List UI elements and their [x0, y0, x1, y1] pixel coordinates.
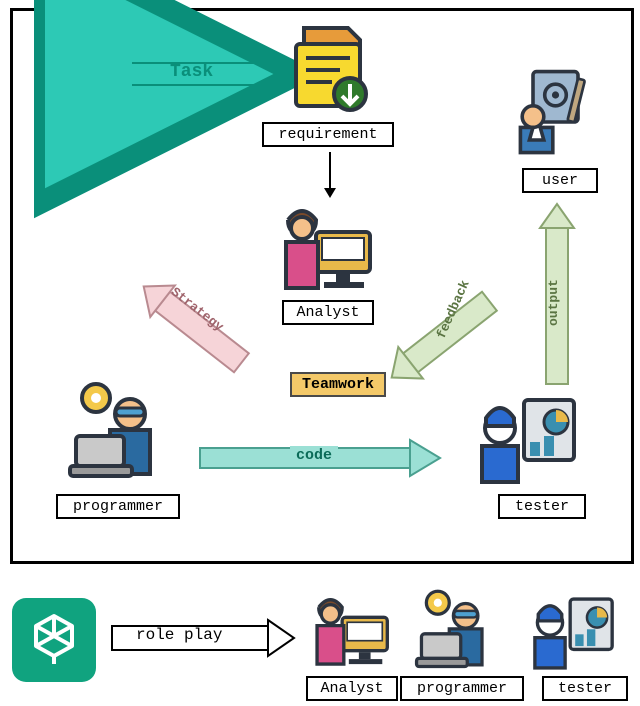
legend-programmer-icon: [408, 588, 502, 683]
user-icon: [34, 24, 124, 119]
roleplay-label: role play: [136, 626, 222, 644]
teamwork-label: Teamwork: [290, 372, 386, 397]
analyst-label: Analyst: [282, 300, 374, 325]
code-label: code: [290, 446, 338, 465]
output-label: output: [546, 279, 561, 326]
req-to-analyst-arrow: [320, 150, 340, 205]
programmer-icon: [62, 380, 172, 495]
diagram-canvas: user Task requirement: [0, 0, 640, 706]
user-label-right: user: [522, 168, 598, 193]
legend-analyst-icon: [302, 592, 394, 681]
requirement-label: requirement: [262, 122, 394, 147]
legend-programmer-label: programmer: [400, 676, 524, 701]
legend-analyst-label: Analyst: [306, 676, 398, 701]
user-label: user: [40, 120, 116, 145]
openai-logo-icon: [12, 598, 96, 682]
programmer-label: programmer: [56, 494, 180, 519]
requirement-icon: [280, 18, 380, 123]
user-icon-right: [506, 68, 596, 163]
legend-tester-icon: [524, 594, 618, 683]
legend-tester-label: tester: [542, 676, 628, 701]
tester-icon: [470, 394, 580, 499]
task-label: Task: [170, 62, 213, 82]
analyst-icon: [268, 202, 378, 307]
tester-label: tester: [498, 494, 586, 519]
